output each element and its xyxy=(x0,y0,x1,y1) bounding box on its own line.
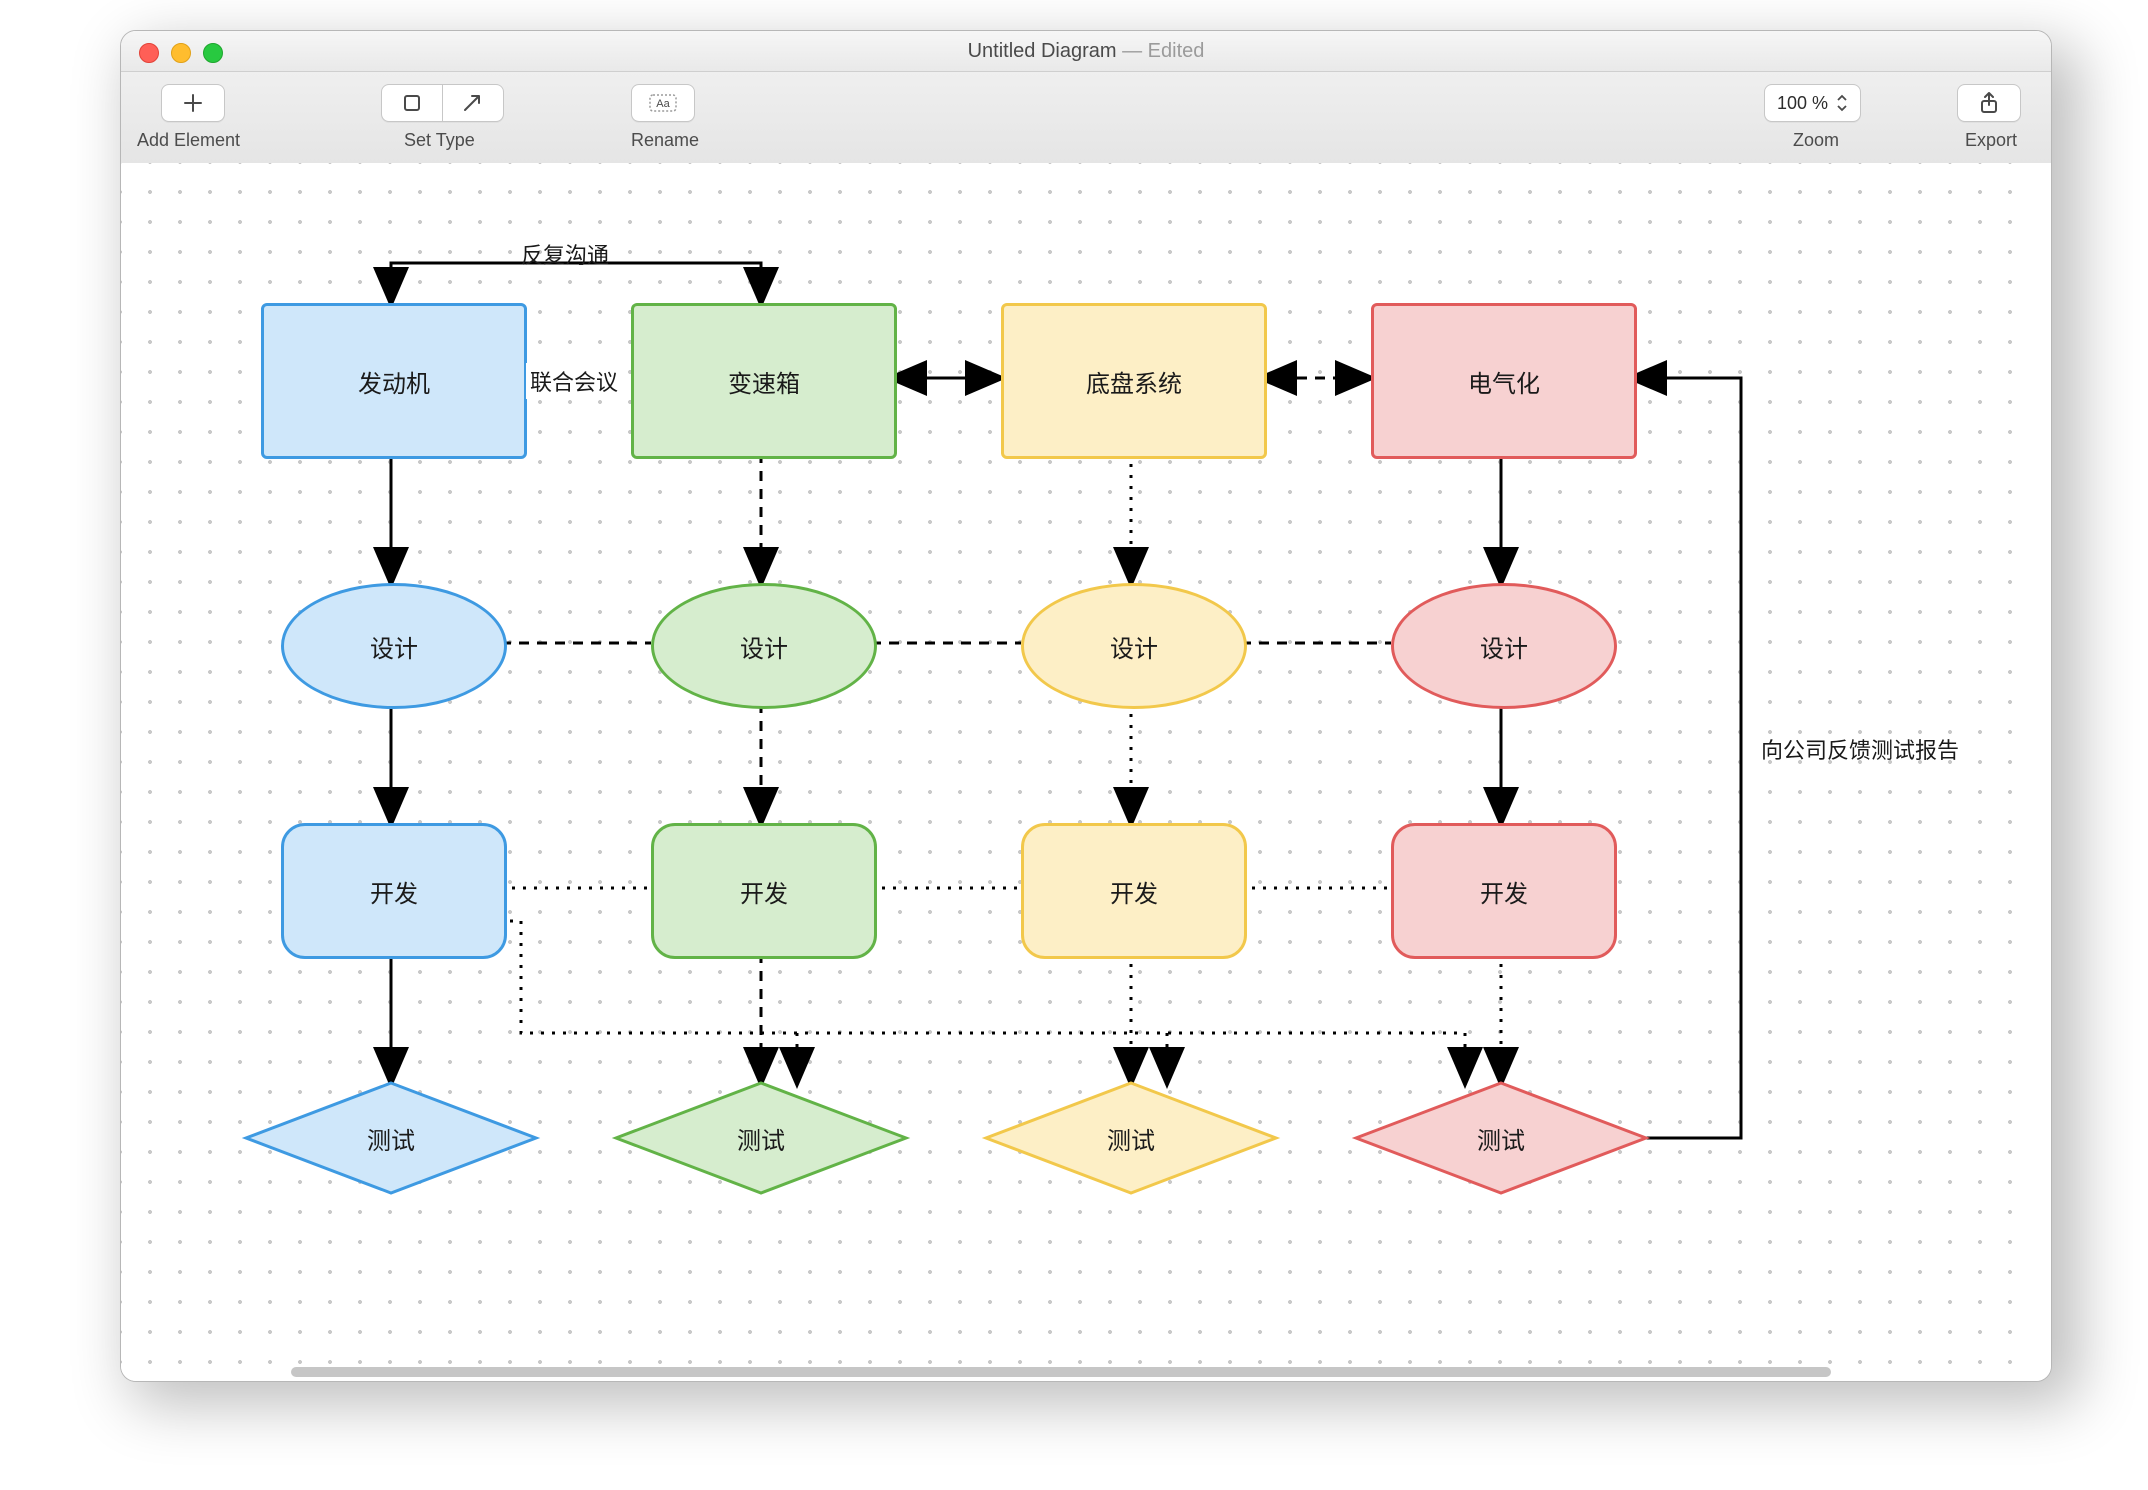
plus-icon xyxy=(183,93,203,113)
zoom-control[interactable]: 100 % xyxy=(1764,84,1861,122)
zoom-value: 100 % xyxy=(1777,93,1828,114)
rename-button[interactable]: Aa xyxy=(631,84,695,122)
set-type-segmented[interactable] xyxy=(381,84,504,122)
set-type-rect[interactable] xyxy=(382,85,443,121)
diagram-canvas[interactable]: 发动机 变速箱 底盘系统 电气化 设计 设计 设计 设计 开发 开发 开发 开发 xyxy=(121,163,2051,1381)
set-type-label: Set Type xyxy=(404,130,475,151)
edge-label-top-bidir: 反复沟通 xyxy=(521,238,609,270)
arrow-icon xyxy=(462,93,484,113)
stepper-icon xyxy=(1836,93,1848,113)
vertical-scrollbar[interactable] xyxy=(2035,163,2049,1363)
rename-icon: Aa xyxy=(649,94,677,112)
node-test-2[interactable] xyxy=(986,1083,1276,1193)
svg-text:Aa: Aa xyxy=(656,98,670,110)
edge-label-joint-meeting: 联合会议 xyxy=(526,363,622,399)
rename-label: Rename xyxy=(631,130,699,151)
export-button[interactable] xyxy=(1957,84,2021,122)
node-test-1[interactable] xyxy=(616,1083,906,1193)
window-title-text: Untitled Diagram xyxy=(968,40,1117,62)
add-element-button[interactable] xyxy=(161,84,225,122)
diamond-layer xyxy=(121,163,2035,1381)
app-window: Untitled Diagram — Edited Add Element xyxy=(120,30,2052,1382)
window-title: Untitled Diagram — Edited xyxy=(121,31,2051,71)
zoom-label: Zoom xyxy=(1793,130,1839,151)
export-label: Export xyxy=(1965,130,2017,151)
node-test-3[interactable] xyxy=(1356,1083,1646,1193)
set-type-arrow[interactable] xyxy=(443,85,503,121)
titlebar: Untitled Diagram — Edited xyxy=(121,31,2051,72)
add-element-label: Add Element xyxy=(137,130,240,151)
window-edited-suffix: — Edited xyxy=(1117,40,1205,62)
edge-label-feedback: 向公司反馈测试报告 xyxy=(1761,733,1959,765)
horizontal-scrollbar[interactable] xyxy=(121,1365,2035,1379)
toolbar: Add Element Set Type Aa xyxy=(121,72,2051,165)
node-test-0[interactable] xyxy=(246,1083,536,1193)
share-icon xyxy=(1979,92,1999,114)
square-icon xyxy=(402,93,422,113)
